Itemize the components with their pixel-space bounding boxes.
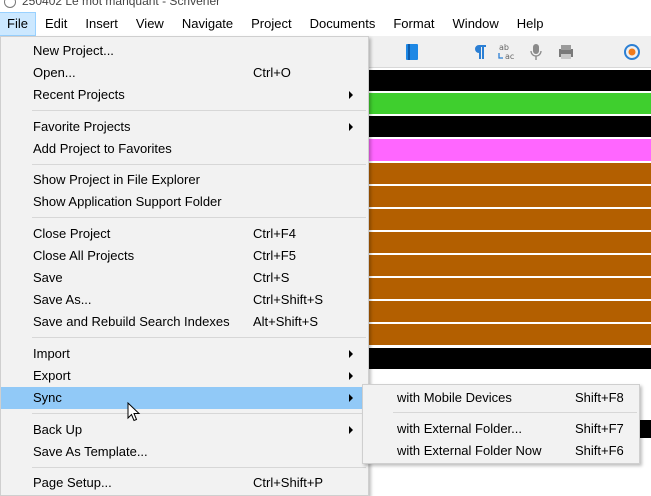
- label-band-black: [368, 116, 651, 137]
- label-band-black: [368, 70, 651, 91]
- label-band-orange: [368, 278, 651, 299]
- menu-separator: [32, 164, 366, 165]
- menu-item-save-as[interactable]: Save As... Ctrl+Shift+S: [1, 289, 368, 311]
- submenu-arrow-icon: [349, 350, 353, 358]
- bookmark-icon[interactable]: [404, 42, 420, 62]
- svg-text:ab: ab: [499, 43, 509, 52]
- label-band-orange: [368, 232, 651, 253]
- label-band-orange: [368, 301, 651, 322]
- menu-item-close-all-projects[interactable]: Close All Projects Ctrl+F5: [1, 245, 368, 267]
- menu-view[interactable]: View: [127, 12, 173, 36]
- menu-item-page-setup[interactable]: Page Setup... Ctrl+Shift+P: [1, 472, 368, 494]
- menu-item-show-support-folder[interactable]: Show Application Support Folder: [1, 191, 368, 213]
- pilcrow-icon[interactable]: [472, 42, 488, 62]
- label-band-orange: [368, 209, 651, 230]
- menu-item-favorite-projects[interactable]: Favorite Projects: [1, 116, 368, 138]
- menu-bar: File Edit Insert View Navigate Project D…: [0, 12, 651, 36]
- label-band-black: [368, 348, 651, 369]
- submenu-arrow-icon: [349, 394, 353, 402]
- print-icon[interactable]: [556, 42, 576, 62]
- submenu-arrow-icon: [349, 123, 353, 131]
- menu-item-export[interactable]: Export: [1, 365, 368, 387]
- menu-separator: [32, 467, 366, 468]
- menu-item-show-in-explorer[interactable]: Show Project in File Explorer: [1, 169, 368, 191]
- menu-item-save-as-template[interactable]: Save As Template...: [1, 441, 368, 463]
- menu-separator: [32, 413, 366, 414]
- label-band-orange: [368, 163, 651, 184]
- label-band-green: [368, 93, 651, 114]
- submenu-item-external-folder-now[interactable]: with External Folder Now Shift+F6: [363, 440, 639, 462]
- menu-navigate[interactable]: Navigate: [173, 12, 242, 36]
- title-bar: 250402 Le mot manquant - Scrivener: [0, 0, 651, 12]
- menu-item-close-project[interactable]: Close Project Ctrl+F4: [1, 223, 368, 245]
- window-title: 250402 Le mot manquant - Scrivener: [22, 0, 221, 8]
- toolbar: ab ac: [368, 36, 651, 68]
- label-band-pink: [368, 139, 651, 161]
- app-icon: [4, 0, 16, 8]
- submenu-item-external-folder[interactable]: with External Folder... Shift+F7: [363, 418, 639, 440]
- menu-item-new-project[interactable]: New Project...: [1, 40, 368, 62]
- menu-item-back-up[interactable]: Back Up: [1, 419, 368, 441]
- submenu-arrow-icon: [349, 91, 353, 99]
- spellcheck-icon[interactable]: ab ac: [496, 42, 518, 62]
- menu-format[interactable]: Format: [384, 12, 443, 36]
- label-band-orange: [368, 255, 651, 276]
- mouse-cursor-icon: [127, 401, 141, 425]
- menu-separator: [32, 337, 366, 338]
- menu-edit[interactable]: Edit: [36, 12, 76, 36]
- menu-insert[interactable]: Insert: [76, 12, 127, 36]
- file-menu: New Project... Open... Ctrl+O Recent Pro…: [0, 36, 369, 496]
- submenu-item-mobile-devices[interactable]: with Mobile Devices Shift+F8: [363, 387, 639, 409]
- menu-file[interactable]: File: [0, 12, 36, 36]
- label-band-orange: [368, 186, 651, 207]
- sync-submenu: with Mobile Devices Shift+F8 with Extern…: [362, 384, 640, 464]
- submenu-arrow-icon: [349, 426, 353, 434]
- menu-window[interactable]: Window: [444, 12, 508, 36]
- menu-help[interactable]: Help: [508, 12, 553, 36]
- microphone-icon[interactable]: [528, 42, 544, 62]
- menu-item-add-to-favorites[interactable]: Add Project to Favorites: [1, 138, 368, 160]
- menu-separator: [393, 412, 637, 413]
- menu-separator: [32, 217, 366, 218]
- menu-item-save[interactable]: Save Ctrl+S: [1, 267, 368, 289]
- svg-text:ac: ac: [505, 52, 514, 61]
- menu-item-save-rebuild-indexes[interactable]: Save and Rebuild Search Indexes Alt+Shif…: [1, 311, 368, 333]
- label-band-orange: [368, 324, 651, 345]
- menu-separator: [32, 110, 366, 111]
- menu-item-recent-projects[interactable]: Recent Projects: [1, 84, 368, 106]
- menu-item-open[interactable]: Open... Ctrl+O: [1, 62, 368, 84]
- menu-item-sync[interactable]: Sync: [1, 387, 368, 409]
- submenu-arrow-icon: [349, 372, 353, 380]
- menu-project[interactable]: Project: [242, 12, 300, 36]
- menu-item-import[interactable]: Import: [1, 343, 368, 365]
- target-icon[interactable]: [623, 42, 641, 62]
- menu-documents[interactable]: Documents: [301, 12, 385, 36]
